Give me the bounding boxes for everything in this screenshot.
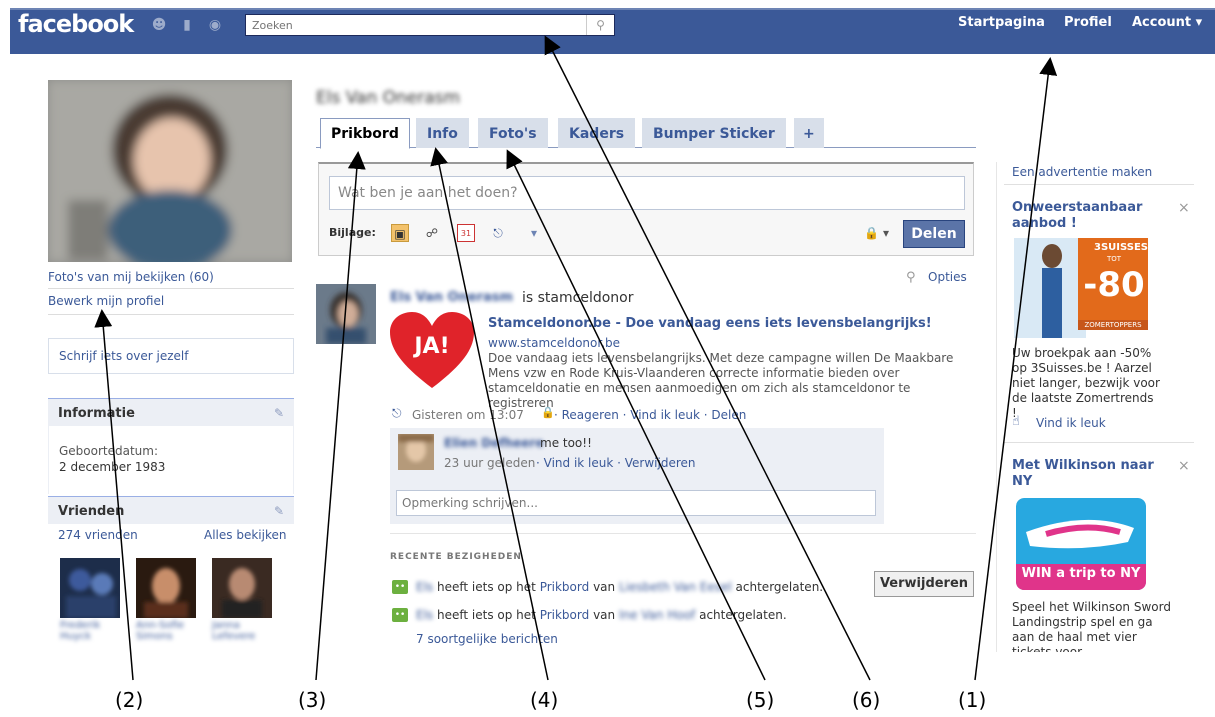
arrow-6 <box>544 35 871 681</box>
callout-5: (5) <box>746 688 775 712</box>
callout-2: (2) <box>115 688 144 712</box>
arrow-3 <box>315 151 366 681</box>
callout-3: (3) <box>298 688 327 712</box>
arrow-5 <box>506 149 766 681</box>
callout-1: (1) <box>958 688 987 712</box>
arrow-4 <box>430 147 549 681</box>
arrow-1 <box>974 57 1058 681</box>
callout-6: (6) <box>852 688 881 712</box>
callout-4: (4) <box>530 688 559 712</box>
annotation-arrows <box>94 35 1058 681</box>
arrow-2 <box>94 309 134 681</box>
